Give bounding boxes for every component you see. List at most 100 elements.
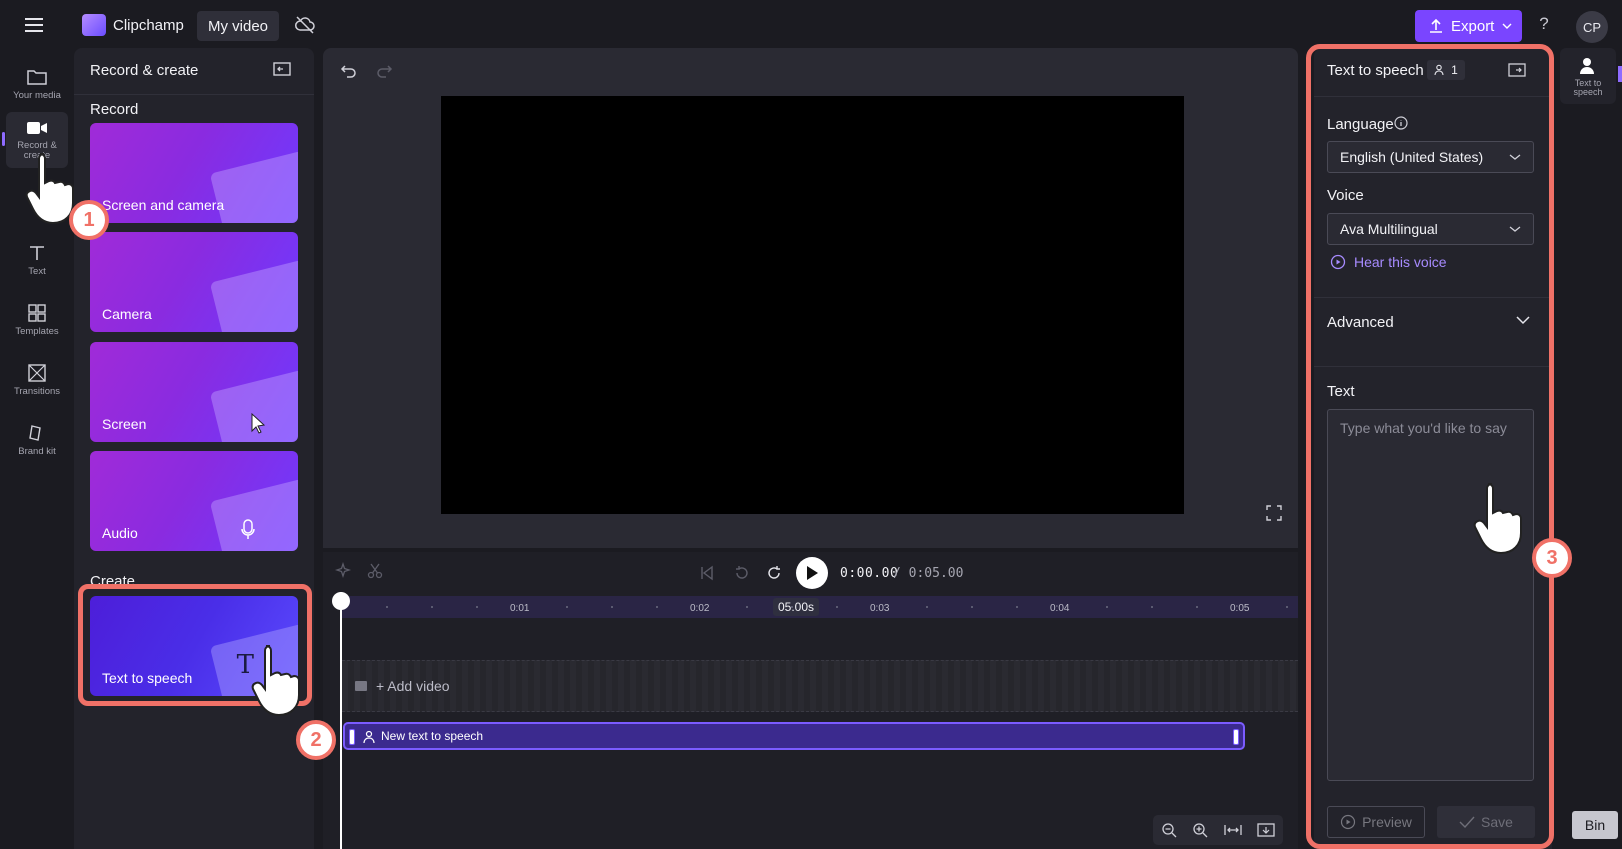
panel-title: Record & create <box>90 62 199 79</box>
pointer-hand-icon <box>1473 483 1522 555</box>
video-track[interactable] <box>342 660 1298 712</box>
video-canvas[interactable] <box>441 96 1184 514</box>
mini-tts-tab[interactable]: Text to speech <box>1560 48 1616 104</box>
card-label: Audio <box>102 525 138 541</box>
zoom-out-icon[interactable] <box>1161 822 1177 838</box>
undo-icon[interactable] <box>340 62 358 80</box>
film-icon <box>355 681 367 691</box>
help-icon[interactable]: ? <box>1535 14 1553 34</box>
ruler-dot <box>1286 606 1288 608</box>
playhead-knob[interactable] <box>332 592 350 610</box>
active-tab-indicator <box>1618 66 1622 82</box>
nav-item-your-media[interactable]: Your media <box>6 56 68 112</box>
ruler-dot <box>971 606 973 608</box>
clip-start-handle[interactable] <box>349 729 355 745</box>
magic-icon[interactable] <box>334 562 352 580</box>
nav-label: Transitions <box>13 386 61 397</box>
mini-tts-label: Text to speech <box>1573 77 1603 97</box>
screen-card[interactable]: Screen <box>90 342 298 442</box>
cloud-off-icon[interactable] <box>294 15 316 35</box>
add-video-button[interactable]: + Add video <box>354 678 450 694</box>
tick-label: 0:01 <box>510 603 530 614</box>
video-camera-icon <box>27 122 47 134</box>
nav-label: Brand kit <box>18 446 56 457</box>
active-nav-indicator <box>2 132 5 146</box>
ruler-dot <box>791 606 793 608</box>
ruler-dot <box>1151 606 1153 608</box>
templates-icon <box>28 304 46 322</box>
skip-back-icon[interactable] <box>698 564 716 582</box>
ruler-dot <box>611 606 613 608</box>
tick-label: 0:04 <box>1050 603 1070 614</box>
nav-item-templates[interactable]: Templates <box>6 292 68 348</box>
ruler-dot <box>836 606 838 608</box>
nav-item-brand-kit[interactable]: Brand kit <box>6 412 68 468</box>
step-badge: 2 <box>296 720 336 760</box>
record-section-label: Record <box>90 101 139 118</box>
tick-label: 0:05 <box>1230 603 1250 614</box>
ruler-dot <box>1196 606 1198 608</box>
zoom-in-icon[interactable] <box>1192 822 1208 838</box>
brand-kit-icon <box>29 425 41 441</box>
fullscreen-icon[interactable] <box>1266 505 1282 521</box>
nav-label: Text <box>28 266 46 277</box>
tick-label: 0:03 <box>870 603 890 614</box>
card-label: Camera <box>102 306 152 322</box>
play-button[interactable] <box>796 557 828 589</box>
app-name: Clipchamp <box>113 17 184 34</box>
ruler-dot <box>746 606 748 608</box>
avatar[interactable]: CP <box>1576 11 1608 43</box>
card-label: Screen <box>102 416 147 432</box>
add-video-label: + Add video <box>376 678 450 694</box>
hamburger-menu-icon[interactable] <box>22 14 46 36</box>
rewind-5s-icon[interactable] <box>733 564 751 582</box>
clipchamp-logo-icon <box>82 14 106 36</box>
current-time: 0:00.00 <box>840 566 899 581</box>
forward-5s-icon[interactable] <box>765 564 783 582</box>
ruler-dot <box>476 606 478 608</box>
clip-end-handle[interactable] <box>1233 729 1239 745</box>
chevron-down-icon <box>1502 23 1512 29</box>
step-badge: 3 <box>1532 538 1572 578</box>
export-button[interactable]: Export <box>1415 10 1522 42</box>
tick-label: 0:02 <box>690 603 710 614</box>
nav-label: Templates <box>15 326 59 337</box>
microphone-icon <box>241 519 255 539</box>
collapse-panel-icon[interactable] <box>272 60 292 78</box>
timeline-ruler[interactable] <box>342 596 1298 618</box>
play-icon <box>807 566 818 580</box>
speaker-person-icon <box>363 730 375 744</box>
pointer-hand-icon <box>251 645 300 717</box>
step-badge: 1 <box>69 200 109 240</box>
scissors-icon[interactable] <box>366 562 384 580</box>
video-title-tab[interactable]: My video <box>197 11 279 41</box>
playhead[interactable] <box>340 592 342 849</box>
ruler-dot <box>566 606 568 608</box>
divider <box>74 94 314 95</box>
camera-card[interactable]: Camera <box>90 232 298 332</box>
fit-timeline-icon[interactable] <box>1224 822 1242 838</box>
upload-icon <box>1430 18 1442 33</box>
bin-button[interactable]: Bin <box>1572 811 1618 839</box>
tts-audio-clip[interactable]: New text to speech <box>343 722 1245 750</box>
ruler-dot <box>1016 606 1018 608</box>
screen-and-camera-card[interactable]: Screen and camera <box>90 123 298 223</box>
ruler-dot <box>386 606 388 608</box>
ruler-dot <box>656 606 658 608</box>
export-label: Export <box>1451 17 1495 35</box>
cursor-icon <box>251 412 266 434</box>
redo-icon[interactable] <box>375 62 393 80</box>
audio-card[interactable]: Audio <box>90 451 298 551</box>
nav-item-transitions[interactable]: Transitions <box>6 352 68 408</box>
nav-item-text[interactable]: Text <box>6 232 68 288</box>
zoom-duration-tag: 05.00s <box>773 598 819 616</box>
timeline-zoom-controls <box>1153 815 1283 845</box>
transitions-icon <box>28 364 46 382</box>
ruler-dot <box>926 606 928 608</box>
nav-label: Your media <box>13 90 61 101</box>
ruler-dot <box>1106 606 1108 608</box>
expand-timeline-icon[interactable] <box>1257 822 1275 838</box>
text-icon <box>30 246 44 260</box>
clip-label: New text to speech <box>381 729 484 743</box>
folder-icon <box>27 70 47 85</box>
